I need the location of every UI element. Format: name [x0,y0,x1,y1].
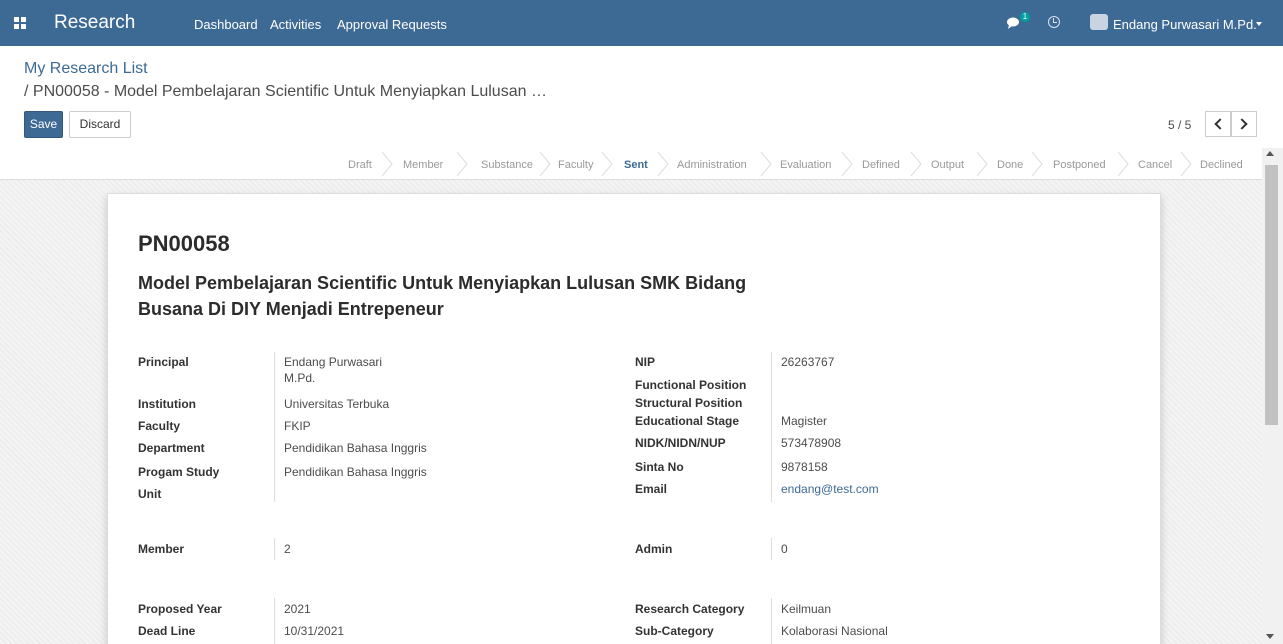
label-admin: Admin [635,542,673,556]
chevron-right-icon [1236,118,1248,130]
user-menu[interactable]: Endang Purwasari M.Pd. [1113,17,1257,32]
menu-dashboard[interactable]: Dashboard [194,17,258,32]
clock-icon[interactable] [1048,16,1060,28]
chat-count-badge: 1 [1020,12,1030,22]
stage-separator-icon [1031,152,1043,176]
stage-separator-icon [381,152,393,176]
field-email[interactable]: endang@test.com [781,482,879,496]
scroll-up-icon[interactable] [1266,151,1274,156]
field-principal[interactable]: Endang Purwasari [284,355,382,369]
label-institution: Institution [138,397,196,411]
field-divider [771,538,772,560]
label-research-category: Research Category [635,602,745,616]
label-department: Department [138,441,205,455]
stage-declined[interactable]: Declined [1200,159,1243,171]
label-nip: NIP [635,355,656,369]
label-sub-category: Sub-Category [635,624,714,638]
field-sub-category[interactable]: Kolaborasi Nasional [781,624,888,638]
field-proposed-year[interactable]: 2021 [284,602,311,616]
label-dead-line: Dead Line [138,624,196,638]
avatar[interactable] [1090,14,1108,30]
field-nidk-nidn-nup[interactable]: 573478908 [781,436,841,450]
label-proposed-year: Proposed Year [138,602,222,616]
stage-administration[interactable]: Administration [677,159,747,171]
stage-cancel[interactable]: Cancel [1138,159,1172,171]
menu-approval-requests[interactable]: Approval Requests [337,17,447,32]
field-educational-stage[interactable]: Magister [781,414,827,428]
stage-defined[interactable]: Defined [862,159,900,171]
scroll-down-icon[interactable] [1266,634,1274,639]
stage-output[interactable]: Output [931,159,964,171]
breadcrumb-current: / PN00058 - Model Pembelajaran Scientifi… [24,83,547,100]
stage-separator-icon [976,152,988,176]
record-code: PN00058 [138,231,230,256]
save-button[interactable]: Save [24,111,63,138]
stage-separator-icon [910,152,922,176]
stage-separator-icon [601,152,613,176]
field-divider [274,538,275,560]
stage-separator-icon [456,152,468,176]
stage-member[interactable]: Member [403,159,443,171]
label-member: Member [138,542,185,556]
field-faculty[interactable]: FKIP [284,419,311,433]
label-faculty: Faculty [138,419,181,433]
stage-substance[interactable]: Substance [481,159,533,171]
chat-icon[interactable] [1007,17,1021,29]
label-email: Email [635,482,668,496]
field-divider [771,598,772,644]
stage-separator-icon [657,152,669,176]
stage-evaluation[interactable]: Evaluation [780,159,831,171]
label-functional-position: Functional Position [635,378,747,392]
field-department[interactable]: Pendidikan Bahasa Inggris [284,441,427,455]
field-sinta-no[interactable]: 9878158 [781,460,828,474]
field-research-category[interactable]: Keilmuan [781,602,831,616]
stage-separator-icon [760,152,772,176]
label-unit: Unit [138,487,162,501]
field-admin[interactable]: 0 [781,542,788,556]
label-educational-stage: Educational Stage [635,414,740,428]
chevron-left-icon [1214,118,1226,130]
stage-separator-icon [841,152,853,176]
label-nidk-nidn-nup: NIDK/NIDN/NUP [635,436,726,450]
label-structural-position: Structural Position [635,396,743,410]
discard-button[interactable]: Discard [69,111,131,138]
pager-next-button[interactable] [1231,111,1257,137]
field-institution[interactable]: Universitas Terbuka [284,397,389,411]
field-dead-line[interactable]: 10/31/2021 [284,624,344,638]
label-program-study: Progam Study [138,465,220,479]
field-program-study[interactable]: Pendidikan Bahasa Inggris [284,465,427,479]
label-sinta-no: Sinta No [635,460,684,474]
stage-separator-icon [1180,152,1192,176]
stage-draft[interactable]: Draft [348,159,372,171]
stage-sent[interactable]: Sent [624,159,648,171]
label-principal: Principal [138,355,189,369]
stage-done[interactable]: Done [997,159,1023,171]
field-principal-line2[interactable]: M.Pd. [284,371,315,385]
pager-value[interactable]: 5 / 5 [1168,118,1191,132]
field-divider [274,598,275,644]
form-sheet [107,193,1161,644]
menu-activities[interactable]: Activities [270,17,321,32]
caret-down-icon[interactable] [1256,22,1262,26]
apps-menu-icon[interactable] [14,17,26,29]
stage-separator-icon [1117,152,1129,176]
pager-previous-button[interactable] [1205,111,1231,137]
field-nip[interactable]: 26263767 [781,355,834,369]
breadcrumb-root[interactable]: My Research List [24,60,148,78]
stage-postponed[interactable]: Postponed [1053,159,1106,171]
field-divider [274,352,275,502]
field-divider [771,352,772,502]
scrollbar-thumb[interactable] [1265,165,1278,425]
app-brand[interactable]: Research [54,12,135,34]
stage-faculty[interactable]: Faculty [558,159,593,171]
record-title: Model Pembelajaran Scientific Untuk Meny… [138,273,747,319]
stage-separator-icon [539,152,551,176]
field-member[interactable]: 2 [284,542,291,556]
